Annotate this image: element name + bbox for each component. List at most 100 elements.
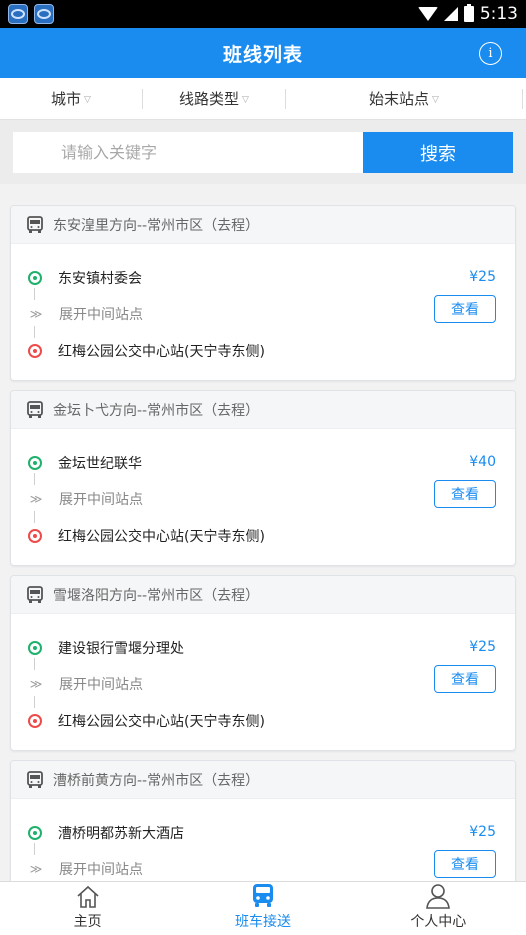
route-card-body: 漕桥明都苏新大酒店 ¥25 ≫ 展开中间站点 查看 bbox=[11, 799, 515, 881]
view-button[interactable]: 查看 bbox=[434, 665, 496, 693]
expand-stops-label: 展开中间站点 bbox=[59, 492, 143, 508]
search-button[interactable]: 搜索 bbox=[363, 132, 513, 173]
home-icon bbox=[77, 885, 99, 908]
end-stop-row: 红梅公园公交中心站(天宁寺东侧) bbox=[11, 341, 515, 361]
signal-icon bbox=[443, 7, 458, 21]
start-stop-name: 金坛世纪联华 bbox=[58, 456, 142, 472]
route-card[interactable]: 金坛卜弋方向--常州市区（去程） 金坛世纪联华 ¥40 ≫ 展开中间站点 查看 … bbox=[10, 390, 516, 566]
tab-bus-service[interactable]: 班车接送 bbox=[175, 882, 350, 935]
route-title: 金坛卜弋方向--常州市区（去程） bbox=[53, 402, 260, 419]
filter-city[interactable]: 城市 ▽ bbox=[0, 78, 142, 119]
battery-icon bbox=[463, 4, 474, 22]
start-stop-row: 东安镇村委会 bbox=[11, 268, 515, 288]
route-card[interactable]: 雪堰洛阳方向--常州市区（去程） 建设银行雪堰分理处 ¥25 ≫ 展开中间站点 … bbox=[10, 575, 516, 751]
status-bar: 5:13 bbox=[0, 0, 526, 28]
route-price: ¥25 bbox=[469, 269, 496, 285]
route-title: 漕桥前黄方向--常州市区（去程） bbox=[53, 772, 260, 789]
end-stop-name: 红梅公园公交中心站(天宁寺东侧) bbox=[58, 714, 265, 730]
bus-icon bbox=[27, 215, 43, 233]
start-stop-row: 漕桥明都苏新大酒店 bbox=[11, 823, 515, 843]
route-card-header: 漕桥前黄方向--常州市区（去程） bbox=[11, 761, 515, 799]
route-card-body: 金坛世纪联华 ¥40 ≫ 展开中间站点 查看 红梅公园公交中心站(天宁寺东侧) bbox=[11, 429, 515, 565]
expand-stops-label: 展开中间站点 bbox=[59, 677, 143, 693]
route-card[interactable]: 漕桥前黄方向--常州市区（去程） 漕桥明都苏新大酒店 ¥25 ≫ 展开中间站点 … bbox=[10, 760, 516, 881]
search-input[interactable] bbox=[13, 132, 363, 173]
route-line bbox=[34, 696, 35, 708]
filter-bar: 城市 ▽ 线路类型 ▽ 始末站点 ▽ bbox=[0, 78, 526, 120]
tab-label: 个人中心 bbox=[410, 914, 467, 930]
route-line bbox=[34, 511, 35, 523]
end-stop-name: 红梅公园公交中心站(天宁寺东侧) bbox=[58, 344, 265, 360]
end-dot-icon bbox=[28, 344, 42, 358]
expand-chevron-icon: ≫ bbox=[29, 862, 43, 876]
expand-stops-label: 展开中间站点 bbox=[59, 307, 143, 323]
route-card-header: 金坛卜弋方向--常州市区（去程） bbox=[11, 391, 515, 429]
expand-stops-label: 展开中间站点 bbox=[59, 862, 143, 878]
start-dot-icon bbox=[28, 271, 42, 285]
end-stop-row: 红梅公园公交中心站(天宁寺东侧) bbox=[11, 711, 515, 731]
expand-chevron-icon: ≫ bbox=[29, 492, 43, 506]
start-dot-icon bbox=[28, 826, 42, 840]
filter-route-type[interactable]: 线路类型 ▽ bbox=[143, 78, 285, 119]
view-button[interactable]: 查看 bbox=[434, 850, 496, 878]
route-card-header: 东安湟里方向--常州市区（去程） bbox=[11, 206, 515, 244]
filter-label: 线路类型 bbox=[179, 90, 240, 108]
start-dot-icon bbox=[28, 641, 42, 655]
tab-label: 主页 bbox=[73, 914, 102, 930]
search-bar: 搜索 bbox=[0, 120, 526, 184]
view-button[interactable]: 查看 bbox=[434, 295, 496, 323]
route-line bbox=[34, 843, 35, 855]
route-price: ¥40 bbox=[469, 454, 496, 470]
app-notification-icon bbox=[8, 4, 28, 24]
page-title: 班线列表 bbox=[222, 43, 303, 66]
route-line bbox=[34, 473, 35, 485]
start-dot-icon bbox=[28, 456, 42, 470]
app-notification-icon bbox=[34, 4, 54, 24]
expand-chevron-icon: ≫ bbox=[29, 677, 43, 691]
route-line bbox=[34, 288, 35, 300]
status-time: 5:13 bbox=[479, 4, 518, 24]
divider bbox=[522, 88, 523, 109]
info-icon[interactable]: i bbox=[479, 42, 502, 65]
bus-icon bbox=[27, 770, 43, 788]
filter-stations[interactable]: 始末站点 ▽ bbox=[286, 78, 522, 119]
end-stop-name: 红梅公园公交中心站(天宁寺东侧) bbox=[58, 529, 265, 545]
expand-chevron-icon: ≫ bbox=[29, 307, 43, 321]
end-dot-icon bbox=[28, 714, 42, 728]
header-bar: 班线列表 i bbox=[0, 28, 526, 78]
bottom-tab-bar: 主页 班车接送 个人中心 bbox=[0, 881, 526, 935]
start-stop-name: 东安镇村委会 bbox=[58, 271, 142, 287]
route-price: ¥25 bbox=[469, 639, 496, 655]
route-title: 东安湟里方向--常州市区（去程） bbox=[53, 217, 260, 234]
route-card[interactable]: 东安湟里方向--常州市区（去程） 东安镇村委会 ¥25 ≫ 展开中间站点 查看 … bbox=[10, 205, 516, 381]
tab-home[interactable]: 主页 bbox=[0, 882, 175, 935]
route-card-header: 雪堰洛阳方向--常州市区（去程） bbox=[11, 576, 515, 614]
route-line bbox=[34, 326, 35, 338]
user-icon bbox=[426, 884, 451, 909]
start-stop-name: 漕桥明都苏新大酒店 bbox=[58, 826, 184, 842]
wifi-icon bbox=[417, 7, 438, 21]
tab-profile[interactable]: 个人中心 bbox=[351, 882, 526, 935]
end-stop-row: 红梅公园公交中心站(天宁寺东侧) bbox=[11, 526, 515, 546]
chevron-down-icon: ▽ bbox=[432, 95, 439, 105]
chevron-down-icon: ▽ bbox=[242, 95, 249, 105]
status-indicators: 5:13 bbox=[417, 4, 518, 24]
view-button[interactable]: 查看 bbox=[434, 480, 496, 508]
bus-icon bbox=[27, 400, 43, 418]
route-card-body: 建设银行雪堰分理处 ¥25 ≫ 展开中间站点 查看 红梅公园公交中心站(天宁寺东… bbox=[11, 614, 515, 750]
start-stop-name: 建设银行雪堰分理处 bbox=[58, 641, 184, 657]
bus-icon bbox=[27, 585, 43, 603]
filter-label: 始末站点 bbox=[369, 90, 430, 108]
route-list[interactable]: 东安湟里方向--常州市区（去程） 东安镇村委会 ¥25 ≫ 展开中间站点 查看 … bbox=[0, 184, 526, 881]
filter-label: 城市 bbox=[51, 90, 82, 108]
chevron-down-icon: ▽ bbox=[84, 95, 91, 105]
route-title: 雪堰洛阳方向--常州市区（去程） bbox=[53, 587, 260, 604]
tab-label: 班车接送 bbox=[234, 914, 291, 930]
route-line bbox=[34, 658, 35, 670]
start-stop-row: 建设银行雪堰分理处 bbox=[11, 638, 515, 658]
bus-icon bbox=[252, 884, 273, 907]
end-dot-icon bbox=[28, 529, 42, 543]
route-price: ¥25 bbox=[469, 824, 496, 840]
route-card-body: 东安镇村委会 ¥25 ≫ 展开中间站点 查看 红梅公园公交中心站(天宁寺东侧) bbox=[11, 244, 515, 380]
start-stop-row: 金坛世纪联华 bbox=[11, 453, 515, 473]
